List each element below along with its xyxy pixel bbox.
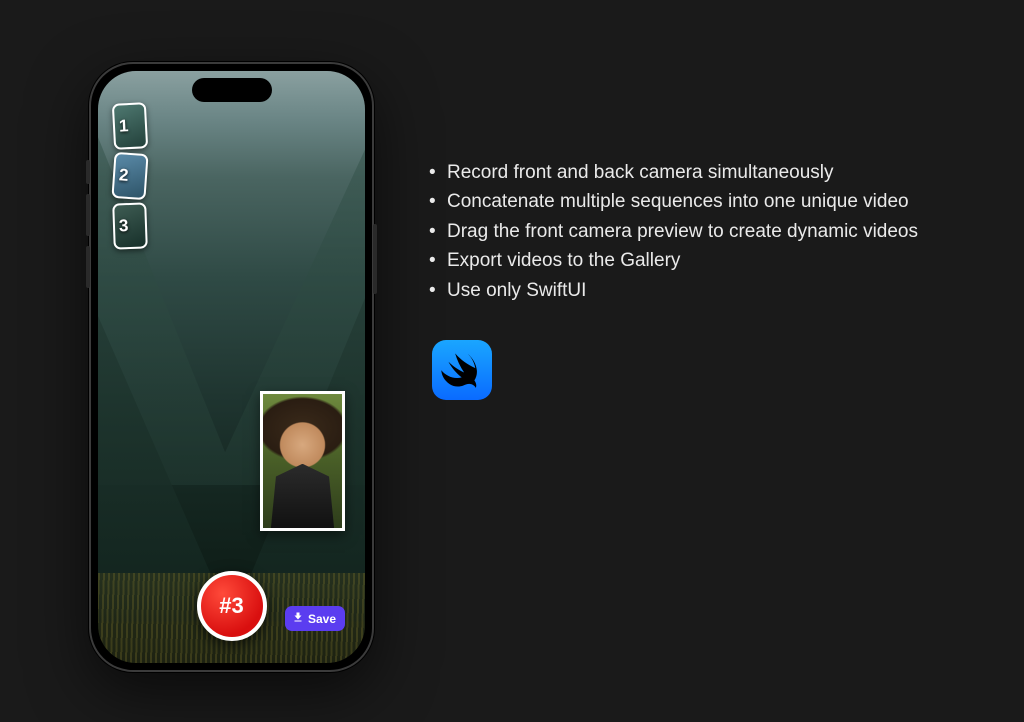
phone-mockup: 1 2 3 #3 Save: [89, 62, 374, 672]
download-icon: [292, 611, 304, 626]
sequence-thumbnail-3[interactable]: 3: [112, 202, 148, 249]
sequence-thumbnail-1[interactable]: 1: [112, 102, 148, 150]
save-button[interactable]: Save: [285, 606, 345, 631]
record-button[interactable]: #3: [197, 571, 267, 641]
feature-item: Drag the front camera preview to create …: [425, 217, 985, 246]
feature-item: Use only SwiftUI: [425, 276, 985, 305]
silent-switch: [86, 160, 90, 184]
power-button: [373, 224, 377, 294]
swiftui-icon: [432, 340, 492, 400]
volume-down-button: [86, 246, 90, 288]
volume-up-button: [86, 194, 90, 236]
sequence-thumbnail-2[interactable]: 2: [111, 152, 148, 200]
front-camera-preview[interactable]: [260, 391, 345, 531]
sequence-thumbnails: 1 2 3: [113, 103, 147, 249]
feature-item: Record front and back camera simultaneou…: [425, 158, 985, 187]
feature-list: Record front and back camera simultaneou…: [425, 158, 985, 305]
feature-item: Export videos to the Gallery: [425, 246, 985, 275]
save-button-label: Save: [308, 612, 336, 626]
feature-item: Concatenate multiple sequences into one …: [425, 187, 985, 216]
phone-screen: 1 2 3 #3 Save: [98, 71, 365, 663]
